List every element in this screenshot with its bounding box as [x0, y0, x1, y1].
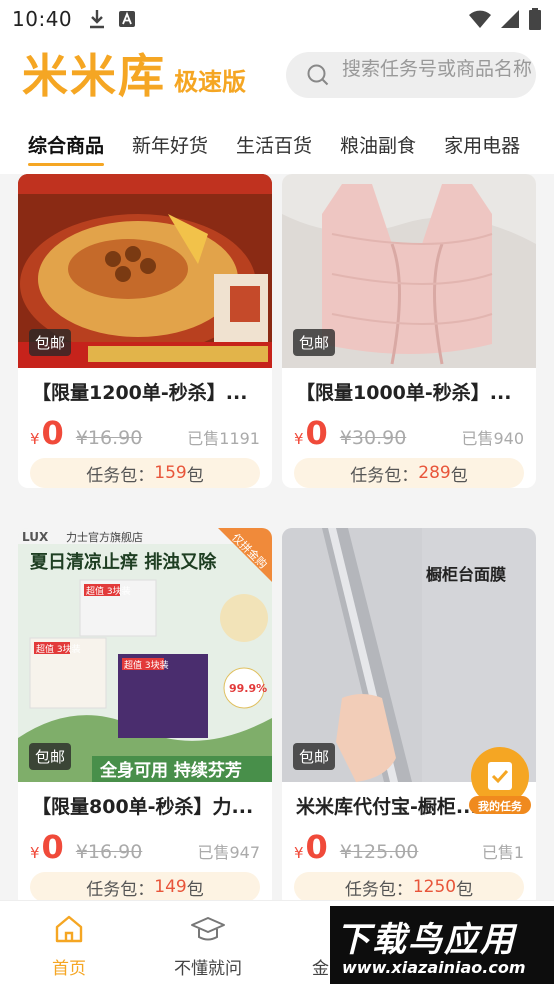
- app-header: 米米库 极速版 搜索任务号或商品名称: [0, 38, 554, 114]
- task-package-count: 149: [154, 877, 187, 897]
- currency-symbol: ¥: [294, 430, 304, 448]
- watermark-url: www.xiazainiao.com: [342, 958, 526, 977]
- search-input[interactable]: 搜索任务号或商品名称: [286, 52, 536, 98]
- logo-title: 米米库: [22, 49, 166, 103]
- original-price: ¥16.90: [75, 841, 143, 863]
- download-icon: [90, 10, 105, 29]
- tab-grain-oil[interactable]: 粮油副食: [340, 124, 416, 168]
- free-shipping-badge: 包邮: [293, 329, 336, 356]
- soap-store-text: 力士官方旗舰店: [66, 530, 143, 544]
- tab-daily-goods[interactable]: 生活百货: [236, 124, 312, 168]
- tab-new-year[interactable]: 新年好货: [132, 124, 208, 168]
- sold-count: 已售1: [481, 843, 524, 862]
- task-package-pill: 任务包： 159 包: [30, 458, 260, 488]
- soap-brand-text: LUX: [22, 530, 49, 544]
- task-package-unit: 包: [456, 879, 474, 900]
- price-row: ¥ 0 ¥30.90 已售940: [282, 406, 536, 452]
- watermark-title: 下载鸟应用: [336, 920, 516, 960]
- free-shipping-badge: 包邮: [293, 743, 336, 770]
- currency-symbol: ¥: [294, 844, 304, 862]
- sold-count: 已售947: [197, 843, 260, 862]
- product-title: 【限量1000单-秒杀】...: [296, 382, 512, 404]
- product-card[interactable]: 橱柜台面膜 包邮 米米库代付宝-橱柜... ¥ 0 ¥125.00 已售1 任务…: [282, 528, 536, 900]
- status-time: 10:40: [12, 7, 73, 31]
- price-row: ¥ 0 ¥16.90 已售1191: [18, 406, 272, 452]
- product-title: 【限量800单-秒杀】力...: [32, 796, 254, 818]
- a-app-icon: [119, 11, 136, 27]
- nav-faq[interactable]: 不懂就问: [158, 913, 258, 979]
- product-image[interactable]: 包邮: [18, 174, 272, 368]
- status-notification-icons: [88, 9, 136, 29]
- nav-home[interactable]: 首页: [19, 913, 119, 979]
- tab-comprehensive[interactable]: 综合商品: [28, 124, 105, 168]
- product-price: 0: [305, 414, 328, 452]
- product-card[interactable]: LUX 力士官方旗舰店 仅拼金购 夏日清凉止痒 排浊又除 超值 3块装 超值 3…: [18, 528, 272, 900]
- my-tasks-button[interactable]: 我的任务: [467, 746, 533, 816]
- signal-icon: [501, 10, 519, 28]
- home-icon: [55, 915, 83, 943]
- product-price: 0: [41, 414, 64, 452]
- soap-pack-label: 超值 3块装: [124, 659, 169, 671]
- search-icon: [307, 64, 329, 86]
- nav-home-label: 首页: [52, 959, 86, 979]
- task-package-label: 任务包：: [86, 465, 155, 486]
- soap-pack-label: 超值 3块装: [36, 643, 81, 655]
- free-shipping-badge: 包邮: [29, 329, 72, 356]
- category-tabs: 综合商品 新年好货 生活百货 粮油副食 家用电器: [0, 124, 554, 172]
- task-package-count: 159: [154, 463, 187, 483]
- film-caption-text: 橱柜台面膜: [426, 565, 506, 584]
- wifi-icon: [469, 10, 491, 28]
- task-package-label: 任务包：: [350, 465, 419, 486]
- my-tasks-label: 我的任务: [478, 800, 522, 813]
- sold-count: 已售1191: [187, 429, 260, 448]
- soap-footer-text: 全身可用 持续芬芳: [99, 760, 242, 781]
- price-row: ¥ 0 ¥125.00 已售1: [282, 820, 536, 866]
- task-package-unit: 包: [186, 465, 204, 486]
- original-price: ¥30.90: [339, 427, 407, 449]
- free-shipping-badge: 包邮: [29, 743, 72, 770]
- product-card[interactable]: 包邮 【限量1000单-秒杀】... ¥ 0 ¥30.90 已售940 任务包：…: [282, 174, 536, 488]
- task-package-unit: 包: [186, 879, 204, 900]
- price-row: ¥ 0 ¥16.90 已售947: [18, 820, 272, 866]
- status-system-icons: [468, 8, 542, 30]
- status-bar: 10:40: [0, 0, 554, 38]
- task-package-pill: 任务包： 149 包: [30, 872, 260, 900]
- product-image[interactable]: LUX 力士官方旗舰店 仅拼金购 夏日清凉止痒 排浊又除 超值 3块装 超值 3…: [18, 528, 272, 782]
- logo-subtitle: 极速版: [174, 68, 246, 96]
- product-title: 【限量1200单-秒杀】...: [32, 382, 248, 404]
- soap-headline-text: 夏日清凉止痒 排浊又除: [30, 551, 217, 573]
- currency-symbol: ¥: [30, 430, 40, 448]
- task-package-label: 任务包：: [344, 879, 413, 900]
- original-price: ¥125.00: [339, 841, 419, 863]
- tab-home-appliances[interactable]: 家用电器: [444, 124, 520, 168]
- task-package-pill: 任务包： 289 包: [294, 458, 524, 488]
- product-price: 0: [41, 828, 64, 866]
- product-price: 0: [305, 828, 328, 866]
- site-watermark: 下载鸟应用 www.xiazainiao.com: [330, 906, 554, 984]
- soap-pack-label: 超值 3块装: [86, 585, 131, 597]
- original-price: ¥16.90: [75, 427, 143, 449]
- sold-count: 已售940: [461, 429, 524, 448]
- app-logo: 米米库 极速版: [22, 53, 246, 99]
- task-package-unit: 包: [450, 465, 468, 486]
- task-package-label: 任务包：: [86, 879, 155, 900]
- currency-symbol: ¥: [30, 844, 40, 862]
- product-card[interactable]: 包邮 【限量1200单-秒杀】... ¥ 0 ¥16.90 已售1191 任务包…: [18, 174, 272, 488]
- nav-faq-label: 不懂就问: [174, 959, 242, 979]
- battery-icon: [529, 8, 541, 30]
- task-package-count: 1250: [412, 877, 457, 897]
- search-placeholder: 搜索任务号或商品名称: [342, 58, 532, 80]
- product-image[interactable]: 橱柜台面膜 包邮: [282, 528, 536, 782]
- product-image[interactable]: 包邮: [282, 174, 536, 368]
- task-package-count: 289: [418, 463, 451, 483]
- graduation-cap-icon: [191, 917, 225, 941]
- task-package-pill: 任务包： 1250 包: [294, 872, 524, 900]
- soap-bubble-text: 99.9%: [229, 682, 267, 695]
